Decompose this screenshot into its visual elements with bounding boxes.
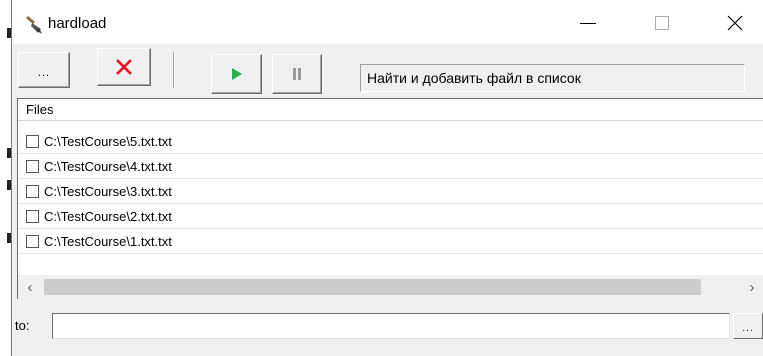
file-checkbox[interactable]	[26, 209, 39, 223]
list-item[interactable]: C:\TestCourse\4.txt.txt	[18, 154, 763, 179]
chevron-left-icon: ‹	[27, 278, 33, 296]
desktop-background-strip	[0, 0, 11, 356]
title-bar[interactable]: hardload	[12, 0, 763, 44]
file-path: C:\TestCourse\4.txt.txt	[44, 158, 172, 174]
files-column-header[interactable]: Files	[18, 99, 763, 121]
list-item[interactable]: C:\TestCourse\2.txt.txt	[18, 204, 763, 229]
list-item[interactable]: C:\TestCourse\5.txt.txt	[18, 129, 763, 154]
start-button[interactable]	[211, 54, 262, 94]
file-checkbox[interactable]	[26, 234, 39, 248]
file-path: C:\TestCourse\3.txt.txt	[44, 183, 172, 199]
status-text: Найти и добавить файл в список	[360, 64, 745, 92]
pause-icon	[293, 68, 301, 80]
file-list[interactable]: Files C:\TestCourse\5.txt.txt C:\TestCou…	[17, 98, 763, 298]
scrollbar-thumb[interactable]	[44, 279, 701, 295]
file-checkbox[interactable]	[26, 134, 39, 148]
minimize-button[interactable]	[565, 10, 611, 36]
destination-label: to:	[15, 318, 30, 333]
horizontal-scrollbar[interactable]: ‹ ›	[17, 275, 763, 299]
scroll-left-button[interactable]: ‹	[18, 275, 42, 299]
file-path: C:\TestCourse\5.txt.txt	[44, 133, 172, 149]
browse-files-button[interactable]: ...	[18, 52, 70, 88]
file-checkbox[interactable]	[26, 159, 39, 173]
red-x-icon	[116, 59, 132, 75]
chevron-right-icon: ›	[749, 278, 755, 296]
destination-path-input[interactable]	[52, 313, 730, 339]
toolbar-separator	[173, 52, 175, 88]
minimize-icon	[580, 22, 596, 24]
scroll-right-button[interactable]: ›	[740, 275, 763, 299]
delete-button[interactable]	[97, 48, 151, 86]
file-path: C:\TestCourse\1.txt.txt	[44, 233, 172, 249]
destination-browse-button[interactable]: ...	[733, 313, 763, 339]
file-list-rows: C:\TestCourse\5.txt.txt C:\TestCourse\4.…	[18, 129, 763, 254]
window-title: hardload	[48, 15, 107, 32]
destination-browse-label: ...	[742, 323, 754, 334]
list-item[interactable]: C:\TestCourse\3.txt.txt	[18, 179, 763, 204]
app-window: hardload ... Найти и добавить файл в спи…	[11, 0, 763, 356]
file-checkbox[interactable]	[26, 184, 39, 198]
play-icon	[231, 68, 242, 80]
maximize-button[interactable]	[639, 10, 685, 36]
browse-files-label: ...	[37, 67, 51, 79]
shovel-icon	[24, 15, 44, 35]
file-path: C:\TestCourse\2.txt.txt	[44, 208, 172, 224]
maximize-icon	[655, 16, 669, 30]
pause-button[interactable]	[272, 54, 322, 94]
list-item[interactable]: C:\TestCourse\1.txt.txt	[18, 229, 763, 254]
close-button[interactable]	[712, 10, 758, 36]
close-icon	[727, 15, 743, 31]
toolbar: ... Найти и добавить файл в список	[12, 44, 763, 96]
